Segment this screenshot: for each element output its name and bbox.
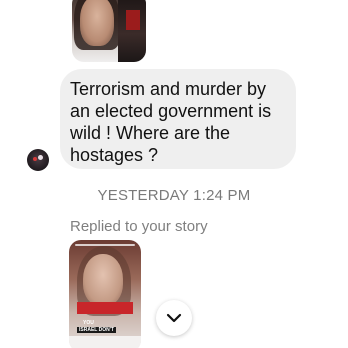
avatar-detail xyxy=(33,157,37,161)
chevron-down-icon xyxy=(166,313,182,323)
thumbnail-image-accent xyxy=(126,10,140,30)
avatar-detail xyxy=(38,155,43,160)
story-label-israel: ISRAEL DON'T xyxy=(77,327,116,333)
story-red-banner xyxy=(77,302,133,314)
dm-thread: Terrorism and murder by an elected gover… xyxy=(0,0,348,348)
story-image-face xyxy=(83,254,123,306)
scroll-to-bottom-button[interactable] xyxy=(156,300,192,336)
story-label-you: YOU xyxy=(83,320,94,326)
replied-to-story-label: Replied to your story xyxy=(70,218,208,235)
sender-avatar[interactable] xyxy=(27,149,49,171)
message-timestamp: YESTERDAY 1:24 PM xyxy=(97,187,251,204)
story-thumbnail-previous[interactable] xyxy=(72,0,146,62)
story-progress-bar xyxy=(75,244,135,246)
story-image-bottom xyxy=(69,336,141,348)
message-bubble[interactable]: Terrorism and murder by an elected gover… xyxy=(60,69,296,169)
story-reply-thumbnail[interactable]: YOU ISRAEL DON'T xyxy=(69,240,141,348)
message-text: Terrorism and murder by an elected gover… xyxy=(70,79,272,165)
thumbnail-image-face xyxy=(80,0,114,46)
